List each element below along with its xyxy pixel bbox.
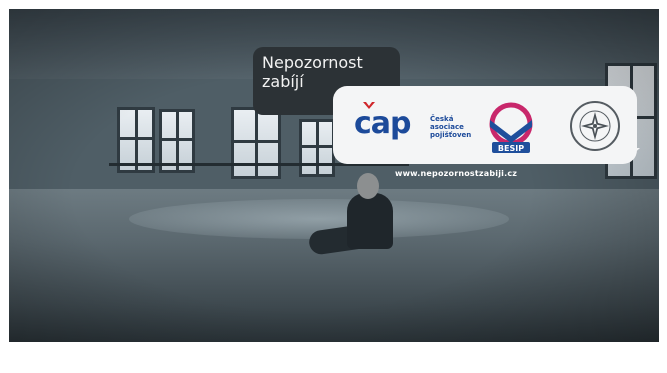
besip-logo: BESIP [489, 102, 533, 153]
cap-subtitle-line-1: Česká [430, 115, 454, 123]
police-star-logo [570, 101, 620, 151]
cap-subtitle-line-2: asociace [430, 123, 464, 131]
logos-bubble-tail [622, 148, 640, 164]
cap-wordmark: cap [354, 106, 412, 141]
headline-line-2: zabíjí [262, 72, 304, 91]
besip-label: BESIP [498, 144, 524, 153]
campaign-url[interactable]: www.nepozornostzabiji.cz [395, 169, 517, 178]
cap-subtitle-line-3: pojišťoven [430, 131, 472, 139]
cap-subtitle: Česká asociace pojišťoven [430, 115, 490, 139]
headline-line-1: Nepozornost [262, 53, 363, 72]
cap-logo: cap [354, 102, 424, 141]
video-frame: Nepozornost zabíjí cap Česká asociace po… [0, 0, 667, 373]
